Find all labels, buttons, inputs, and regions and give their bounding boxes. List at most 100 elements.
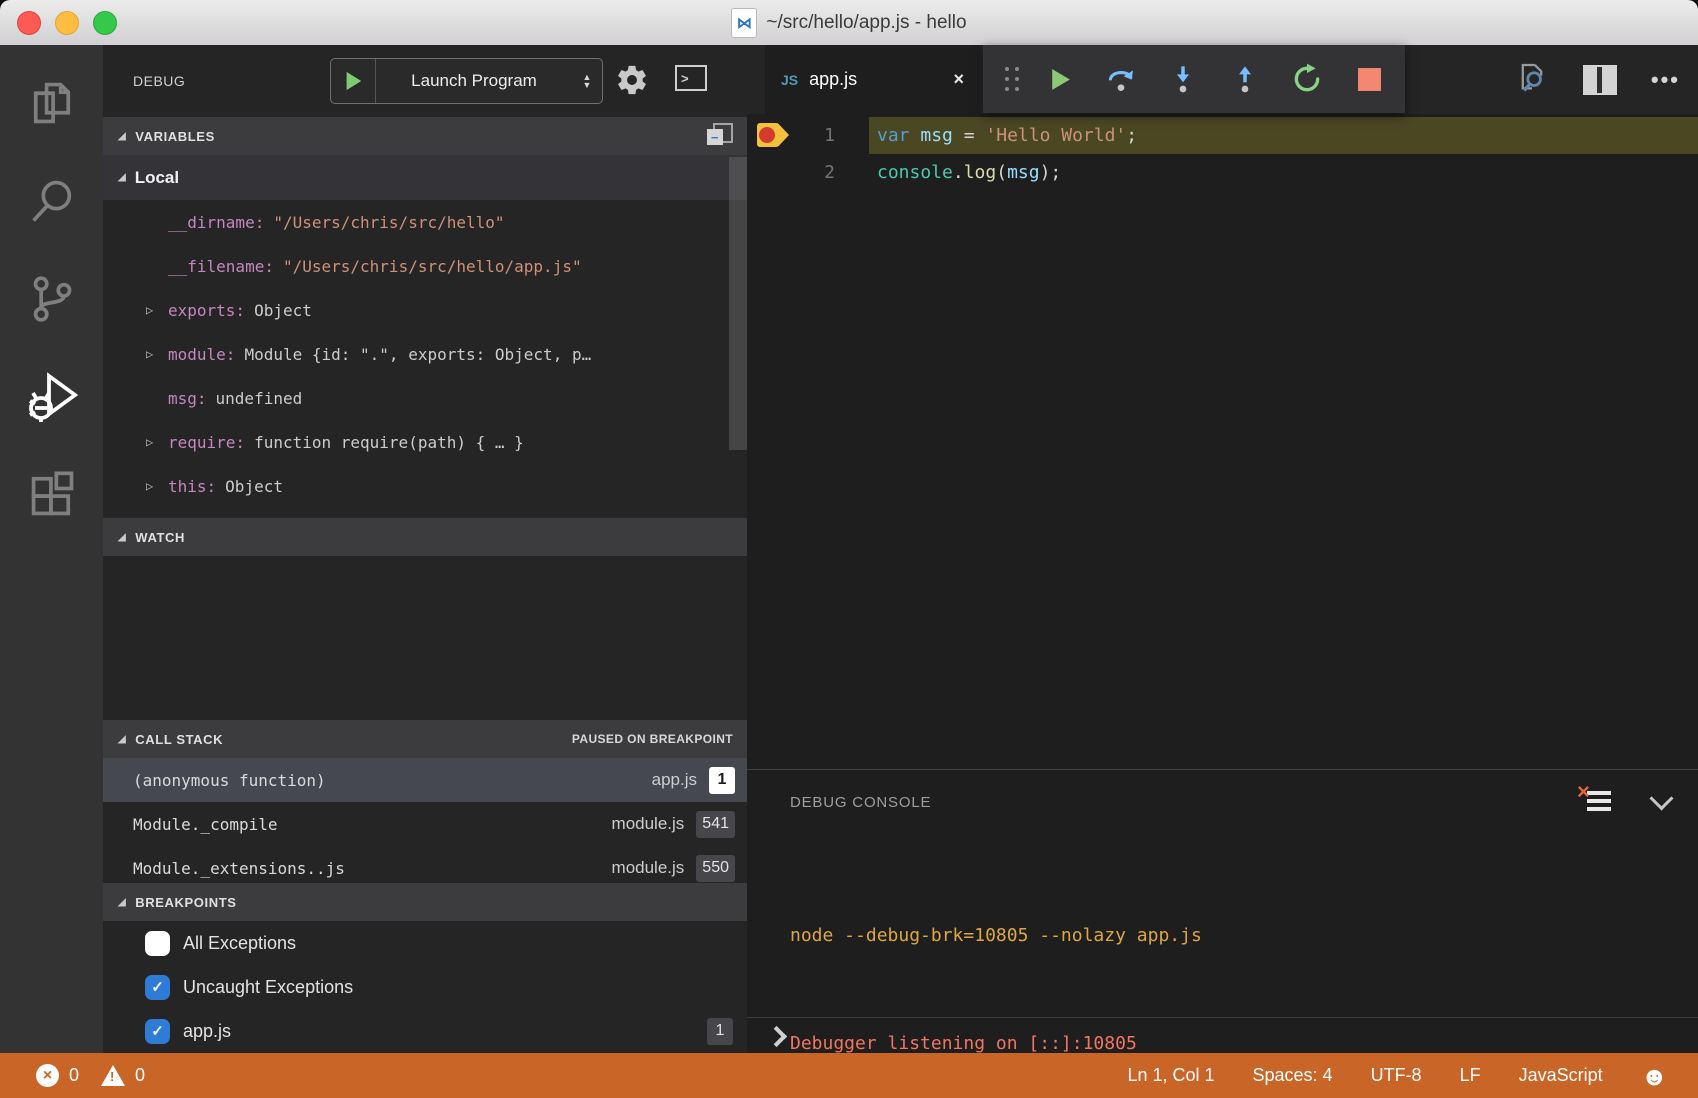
find-in-file-icon[interactable] (1515, 60, 1549, 99)
variable-row[interactable]: ▷ this: Object (103, 464, 747, 508)
line-number-badge: 541 (696, 811, 735, 838)
paused-on-breakpoint-status: PAUSED ON BREAKPOINT (572, 732, 733, 746)
warning-count[interactable]: 0 (135, 1065, 145, 1086)
variables-section-header[interactable]: ◢ VARIABLES − (103, 117, 747, 155)
source-control-icon[interactable] (0, 253, 103, 345)
twistie-collapsed-icon[interactable]: ▷ (146, 479, 168, 493)
console-line: node --debug-brk=10805 --nolazy app.js (790, 918, 1202, 954)
console-input-row[interactable] (747, 1017, 1698, 1055)
variable-row[interactable]: __filename: "/Users/chris/src/hello/app.… (103, 244, 747, 288)
twistie-collapsed-icon[interactable]: ▷ (146, 303, 168, 317)
title-bar: ⋈ ~/src/hello/app.js - hello (0, 0, 1698, 46)
warnings-icon[interactable]: ! (101, 1065, 125, 1086)
start-debug-icon[interactable] (331, 59, 376, 103)
vscode-window: ⋈ ~/src/hello/app.js - hello DEBUG (0, 0, 1698, 1098)
debug-view-title: DEBUG (133, 73, 185, 89)
restart-button[interactable] (1289, 61, 1325, 97)
checkbox-unchecked[interactable] (145, 931, 170, 956)
stop-button[interactable] (1351, 61, 1387, 97)
status-bar: × 0 ! 0 Ln 1, Col 1 Spaces: 4 UTF-8 LF J… (0, 1053, 1698, 1098)
breakpoint-row-appjs[interactable]: ✓ app.js 1 (103, 1009, 747, 1053)
indentation-setting[interactable]: Spaces: 4 (1253, 1065, 1333, 1086)
variable-row[interactable]: ▷ module: Module {id: ".", exports: Obje… (103, 332, 747, 376)
breakpoints-list: All Exceptions ✓ Uncaught Exceptions ✓ a… (103, 921, 747, 1053)
debug-toolbar (983, 45, 1405, 113)
step-into-button[interactable] (1165, 61, 1201, 97)
prompt-chevron-icon (766, 1026, 787, 1047)
line-number-badge: 1 (709, 767, 735, 794)
variable-row[interactable]: __dirname: "/Users/chris/src/hello" (103, 200, 747, 244)
cursor-position[interactable]: Ln 1, Col 1 (1127, 1065, 1214, 1086)
twistie-expanded-icon: ◢ (118, 532, 126, 543)
variable-row[interactable]: msg: undefined (103, 376, 747, 420)
close-icon[interactable]: × (953, 69, 964, 90)
search-icon[interactable] (0, 155, 103, 247)
debug-sidebar: DEBUG Launch Program ▲▼ > ◢ VARIABLES (103, 45, 747, 1053)
feedback-smiley-icon[interactable]: ☻ (1641, 1063, 1668, 1089)
code-line-1: var msg = 'Hello World'; (877, 125, 1137, 146)
line-number: 2 (803, 162, 835, 183)
continue-button[interactable] (1041, 61, 1077, 97)
call-stack-section-header[interactable]: ◢ CALL STACK PAUSED ON BREAKPOINT (103, 720, 747, 758)
breakpoint-count-badge: 1 (707, 1018, 733, 1045)
editor-group: JS app.js × ••• (747, 45, 1698, 1053)
toolbar-drag-handle[interactable] (1005, 67, 1009, 71)
variable-row[interactable]: ▷ require: function require(path) { … } (103, 420, 747, 464)
debug-console-title: DEBUG CONSOLE (790, 794, 931, 811)
debug-console-panel: DEBUG CONSOLE × node --debug-brk=10805 -… (747, 769, 1698, 1054)
collapse-all-icon[interactable]: − (707, 123, 733, 149)
more-actions-icon[interactable]: ••• (1651, 67, 1680, 93)
activity-bar (0, 45, 103, 1053)
twistie-expanded-icon: ◢ (118, 172, 126, 183)
stack-frame-row[interactable]: Module._compile module.js 541 (103, 802, 747, 846)
error-count[interactable]: 0 (69, 1065, 79, 1086)
explorer-icon[interactable] (0, 57, 103, 149)
scope-local-row[interactable]: ◢ Local (103, 155, 747, 200)
checkbox-checked[interactable]: ✓ (145, 975, 170, 1000)
stack-frame-row[interactable]: (anonymous function) app.js 1 (103, 758, 747, 802)
breakpoint-row-uncaught-exceptions[interactable]: ✓ Uncaught Exceptions (103, 965, 747, 1009)
clear-console-icon[interactable]: × (1581, 788, 1611, 814)
watch-header-label: WATCH (135, 530, 185, 545)
line-number-badge: 550 (696, 855, 735, 882)
breakpoints-section-header[interactable]: ◢ BREAKPOINTS (103, 883, 747, 921)
split-editor-icon[interactable] (1583, 65, 1617, 95)
open-debug-console-icon[interactable]: > (675, 65, 707, 91)
launch-configuration-dropdown[interactable]: Launch Program ▲▼ (330, 58, 603, 104)
variables-header-label: VARIABLES (135, 129, 215, 144)
call-stack-header-label: CALL STACK (135, 732, 223, 747)
extensions-icon[interactable] (0, 449, 103, 541)
tab-appjs[interactable]: JS app.js × (765, 45, 980, 114)
variables-list: __dirname: "/Users/chris/src/hello" __fi… (103, 200, 747, 508)
code-line-2: console.log(msg); (877, 162, 1061, 183)
twistie-expanded-icon: ◢ (118, 897, 126, 908)
watch-section-header[interactable]: ◢ WATCH (103, 518, 747, 556)
window-title: ~/src/hello/app.js - hello (766, 12, 966, 34)
breakpoints-header-label: BREAKPOINTS (135, 895, 236, 910)
breakpoint-row-all-exceptions[interactable]: All Exceptions (103, 921, 747, 965)
debug-view-header: DEBUG Launch Program ▲▼ > (103, 45, 747, 117)
code-editor[interactable]: 1 var msg = 'Hello World'; 2 console.log… (747, 114, 1698, 769)
line-number: 1 (803, 125, 835, 146)
step-out-button[interactable] (1227, 61, 1263, 97)
configure-gear-icon[interactable] (615, 63, 649, 102)
chevron-down-icon[interactable] (1649, 786, 1673, 810)
stack-frame-row[interactable]: Module._extensions..js module.js 550 (103, 846, 747, 883)
sidebar-scrollbar[interactable] (729, 157, 747, 450)
scope-label: Local (135, 168, 179, 188)
call-stack-list: (anonymous function) app.js 1 Module._co… (103, 758, 747, 883)
errors-icon[interactable]: × (36, 1064, 59, 1087)
eol-setting[interactable]: LF (1460, 1065, 1481, 1086)
debug-icon[interactable] (0, 351, 103, 443)
language-mode[interactable]: JavaScript (1519, 1065, 1603, 1086)
twistie-collapsed-icon[interactable]: ▷ (146, 435, 168, 449)
encoding[interactable]: UTF-8 (1371, 1065, 1422, 1086)
vscode-document-icon: ⋈ (731, 8, 757, 38)
twistie-expanded-icon: ◢ (118, 131, 126, 142)
launch-configuration-label: Launch Program (376, 71, 572, 91)
variable-row[interactable]: ▷ exports: Object (103, 288, 747, 332)
checkbox-checked[interactable]: ✓ (145, 1019, 170, 1044)
twistie-collapsed-icon[interactable]: ▷ (146, 347, 168, 361)
step-over-button[interactable] (1103, 61, 1139, 97)
dropdown-arrows-icon: ▲▼ (572, 73, 602, 89)
